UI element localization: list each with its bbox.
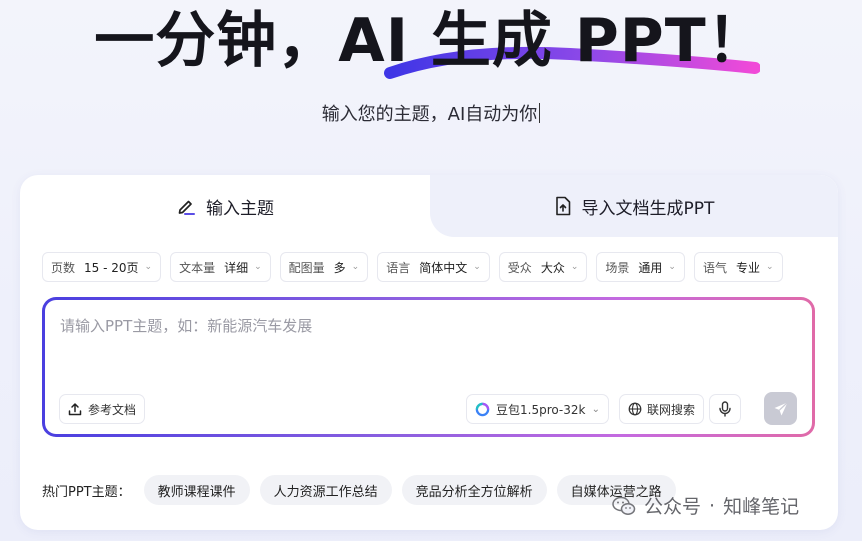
reference-doc-label: 参考文档: [88, 402, 137, 417]
hot-topic-chip[interactable]: 人力资源工作总结: [259, 475, 392, 505]
page-title: 一分钟，AI 生成 PPT！: [94, 6, 768, 76]
reference-doc-button[interactable]: 参考文档: [59, 394, 146, 424]
wechat-icon: [612, 496, 636, 515]
option-key: 语气: [702, 260, 727, 275]
chevron-down-icon: ⌄: [591, 403, 600, 415]
option-value: 大众: [540, 260, 565, 275]
doubao-logo-icon: [475, 402, 490, 416]
typing-caret: [539, 103, 541, 123]
tab-input-topic-label: 输入主题: [206, 198, 274, 219]
web-search-label: 联网搜索: [647, 402, 696, 417]
topic-input-frame: 参考文档 豆包1.5pro-32k ⌄ 联网搜索: [42, 297, 815, 437]
option-scene[interactable]: 场景 通用 ⌄: [596, 252, 685, 282]
option-key: 语言: [386, 260, 411, 275]
chevron-down-icon: ⌄: [570, 262, 579, 272]
watermark-prefix: 公众号: [644, 496, 702, 518]
chevron-down-icon: ⌄: [668, 262, 676, 272]
tab-import-document[interactable]: 导入文档生成PPT: [430, 175, 838, 237]
option-value: 详细: [224, 260, 249, 275]
tab-input-topic[interactable]: 输入主题: [20, 175, 430, 237]
file-upload-icon: [555, 196, 570, 216]
chevron-down-icon: ⌄: [473, 262, 481, 272]
voice-input-button[interactable]: [709, 394, 741, 424]
pen-icon: [178, 200, 195, 215]
hot-topics: 热门PPT主题： 教师课程课件 人力资源工作总结 竞品分析全方位解析 自媒体运营…: [42, 475, 686, 505]
option-key: 页数: [51, 260, 76, 275]
generator-card: 输入主题 导入文档生成PPT 页数 15 - 20页 ⌄ 文本量 详细 ⌄ 配图…: [20, 175, 838, 530]
topic-input-area: 参考文档 豆包1.5pro-32k ⌄ 联网搜索: [45, 300, 812, 434]
chevron-down-icon: ⌄: [351, 262, 360, 272]
tab-import-document-label: 导入文档生成PPT: [581, 198, 715, 219]
topic-input[interactable]: [60, 314, 790, 338]
option-key: 配图量: [288, 260, 325, 275]
upload-icon: [68, 403, 82, 416]
watermark-name: 知峰笔记: [723, 496, 800, 518]
option-value: 简体中文: [419, 260, 468, 275]
model-select[interactable]: 豆包1.5pro-32k ⌄: [466, 394, 609, 424]
option-value: 15 - 20页: [84, 260, 139, 275]
wechat-watermark: 公众号 · 知峰笔记: [612, 492, 799, 519]
hot-topic-chip[interactable]: 竞品分析全方位解析: [401, 475, 547, 505]
option-key: 文本量: [179, 260, 216, 275]
option-tone[interactable]: 语气 专业 ⌄: [693, 252, 783, 282]
watermark-separator: ·: [709, 494, 716, 517]
option-value: 专业: [735, 260, 760, 275]
hot-topic-chip[interactable]: 教师课程课件: [143, 475, 250, 505]
send-button[interactable]: [764, 392, 797, 425]
option-value: 通用: [638, 260, 663, 275]
option-text-amount[interactable]: 文本量 详细 ⌄: [170, 252, 271, 282]
options-row: 页数 15 - 20页 ⌄ 文本量 详细 ⌄ 配图量 多 ⌄ 语言 简体中文 ⌄…: [42, 252, 783, 282]
option-audience[interactable]: 受众 大众 ⌄: [498, 252, 588, 282]
chevron-down-icon: ⌄: [765, 262, 774, 272]
option-value: 多: [333, 260, 346, 275]
web-search-toggle[interactable]: 联网搜索: [619, 394, 705, 424]
subtitle-text: 输入您的主题，AI自动为你: [321, 104, 538, 125]
option-language[interactable]: 语言 简体中文 ⌄: [377, 252, 490, 282]
model-label: 豆包1.5pro-32k: [496, 402, 586, 417]
microphone-icon: [719, 401, 731, 417]
page-subtitle: 输入您的主题，AI自动为你: [0, 100, 862, 126]
globe-icon: [628, 402, 642, 416]
option-pages[interactable]: 页数 15 - 20页 ⌄: [42, 252, 162, 282]
chevron-down-icon: ⌄: [254, 262, 262, 272]
send-icon: [774, 401, 788, 415]
hot-topics-label: 热门PPT主题：: [42, 484, 131, 500]
chevron-down-icon: ⌄: [144, 262, 153, 272]
option-key: 场景: [605, 260, 630, 275]
option-key: 受众: [507, 260, 532, 275]
option-image-amount[interactable]: 配图量 多 ⌄: [279, 252, 369, 282]
